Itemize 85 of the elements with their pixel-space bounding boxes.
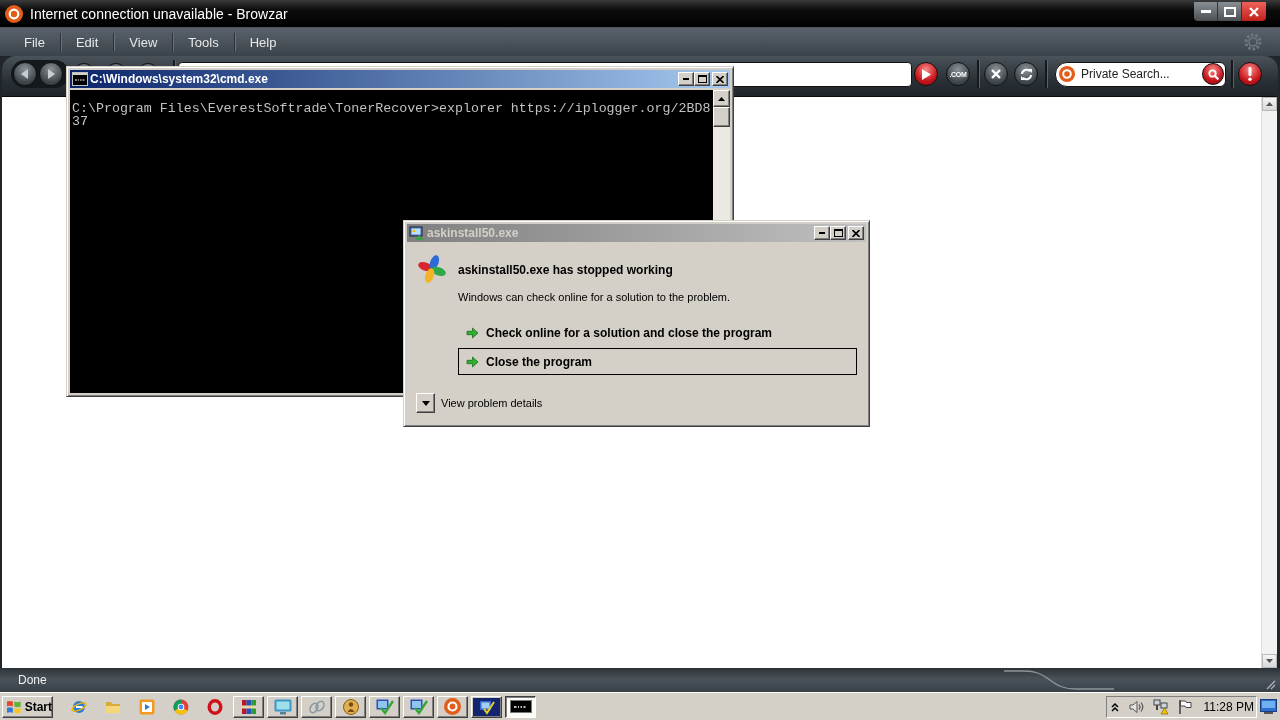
search-bar[interactable]: Private Search... <box>1055 61 1226 87</box>
forward-button[interactable] <box>39 62 63 86</box>
stacked-blocks-icon <box>240 698 257 715</box>
logo-icon <box>1059 66 1075 82</box>
minimize-icon <box>819 232 825 234</box>
back-button[interactable] <box>13 62 37 86</box>
vertical-scrollbar[interactable] <box>1261 97 1277 668</box>
resize-grip-icon[interactable] <box>1264 678 1276 690</box>
speaker-icon[interactable] <box>1129 698 1145 715</box>
flag-logo-icon <box>6 699 22 714</box>
forward-arrow-icon <box>47 69 55 79</box>
window-title: C:\Windows\system32\cmd.exe <box>90 72 268 86</box>
scroll-down-button[interactable] <box>1262 654 1277 668</box>
app-icon <box>409 225 425 241</box>
status-text: Done <box>18 673 47 687</box>
color-wheel-icon[interactable] <box>173 698 189 715</box>
menu-item[interactable]: Tools <box>173 32 234 52</box>
dialog-message: Windows can check online for a solution to the problem. <box>458 291 732 304</box>
window-title: Internet connection unavailable - Browzar <box>30 6 288 22</box>
taskbar-button[interactable] <box>505 695 536 718</box>
oval-ring-icon[interactable] <box>207 698 223 715</box>
monitor-icon <box>273 698 292 715</box>
logo-icon <box>444 698 461 715</box>
chain-link-icon <box>308 699 325 714</box>
arrow-icon <box>466 326 479 339</box>
details-link[interactable]: View problem details <box>441 397 543 409</box>
dialog-option-button[interactable]: Check online for a solution and close the program <box>458 319 857 346</box>
go-button[interactable] <box>914 62 938 86</box>
menu-item[interactable]: File <box>9 32 60 52</box>
monitor-check-icon <box>375 698 394 715</box>
details-toggle-button[interactable] <box>416 393 435 413</box>
search-input[interactable]: Private Search... <box>1075 63 1202 85</box>
pinwheel-icon <box>417 254 447 284</box>
console-line: C:\Program Files\EverestSoftrade\TonerRecover>explorer https://iplogger.org/2BD8 <box>72 102 712 115</box>
minimize-icon <box>1200 10 1211 13</box>
menu-item[interactable]: View <box>114 32 173 52</box>
search-button[interactable] <box>1202 63 1224 85</box>
clock-text: 11:28 PM <box>1203 699 1254 714</box>
close-icon <box>1249 6 1259 17</box>
play-tile-icon[interactable] <box>139 698 155 715</box>
down-arrow-icon <box>1266 659 1273 663</box>
play-icon <box>921 68 931 80</box>
close-button[interactable] <box>712 72 728 86</box>
close-button[interactable] <box>848 226 864 240</box>
search-icon <box>1207 68 1219 80</box>
close-button[interactable] <box>1242 2 1266 21</box>
cross-icon <box>991 69 1001 79</box>
console-icon <box>72 72 88 86</box>
logo-icon <box>5 5 23 23</box>
maximize-button[interactable] <box>1218 2 1242 21</box>
refresh-button[interactable] <box>1014 62 1038 86</box>
round-badge-icon <box>342 698 359 715</box>
minimize-button[interactable] <box>1194 2 1218 21</box>
monitor-check-icon <box>409 698 428 715</box>
chevron-up-icon[interactable] <box>1111 701 1119 712</box>
maximize-icon <box>833 229 843 237</box>
desktop-icon[interactable] <box>1260 699 1277 714</box>
arrow-icon <box>466 355 479 368</box>
stop-button[interactable] <box>984 62 1008 86</box>
up-arrow-icon <box>1266 102 1273 106</box>
up-arrow-icon <box>718 96 725 101</box>
alert-button[interactable] <box>1238 62 1262 86</box>
scroll-up-button[interactable] <box>1262 97 1277 111</box>
close-icon <box>716 75 724 83</box>
console-icon <box>509 700 532 713</box>
dialog-option-button[interactable]: Close the program <box>458 348 857 375</box>
window-title: askinstall50.exe <box>427 226 519 240</box>
globe-icon[interactable] <box>71 698 87 715</box>
start-button[interactable]: Start <box>2 695 53 718</box>
monitor-check-icon <box>473 697 500 716</box>
console-line: 37 <box>72 115 88 128</box>
menu-item[interactable]: Edit <box>60 32 114 52</box>
maximize-icon <box>697 75 707 83</box>
refresh-icon <box>1019 67 1033 81</box>
close-icon <box>852 229 860 237</box>
menu-item[interactable]: Help <box>234 32 292 52</box>
maximize-icon <box>1223 6 1236 17</box>
caret-icon <box>421 400 430 406</box>
minimize-icon <box>683 78 689 80</box>
flag-icon[interactable] <box>1177 698 1193 715</box>
dialog-heading: askinstall50.exe has stopped working <box>458 263 674 277</box>
exclamation-icon <box>1248 67 1252 81</box>
scroll-thumb[interactable] <box>713 107 730 127</box>
back-arrow-icon <box>21 69 29 79</box>
network-warning-icon[interactable] <box>1153 698 1169 715</box>
